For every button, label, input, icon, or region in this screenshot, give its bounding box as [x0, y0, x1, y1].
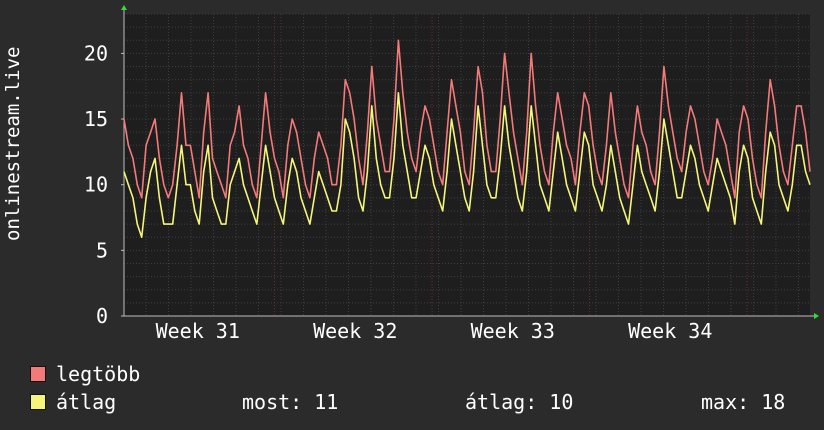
legend-label-max: legtöbb — [56, 362, 141, 386]
legend-item-max: legtöbb — [30, 362, 140, 386]
legend-item-avg: átlag — [30, 390, 116, 414]
stat-now: most: 11 — [242, 390, 339, 414]
plot-area — [124, 14, 810, 316]
x-tick-label: Week 32 — [313, 319, 397, 343]
stat-average: átlag: 10 — [465, 390, 574, 414]
y-tick-label: 10 — [84, 173, 108, 197]
y-tick-label: 20 — [84, 41, 108, 65]
legend-label-avg: átlag — [56, 390, 117, 414]
y-tick-label: 15 — [84, 107, 108, 131]
y-tick-label: 0 — [96, 304, 108, 328]
stat-max: max: 18 — [701, 390, 786, 414]
y-tick-label: 5 — [96, 238, 108, 262]
x-axis-arrow — [814, 313, 819, 319]
x-tick-label: Week 31 — [156, 319, 240, 343]
legend-swatch-max — [30, 366, 46, 382]
legend-swatch-avg — [30, 394, 46, 410]
y-axis-title: onlinestream.live — [2, 46, 24, 241]
x-tick-label: Week 34 — [628, 319, 712, 343]
y-axis-arrow — [121, 5, 127, 10]
x-tick-label: Week 33 — [471, 319, 555, 343]
